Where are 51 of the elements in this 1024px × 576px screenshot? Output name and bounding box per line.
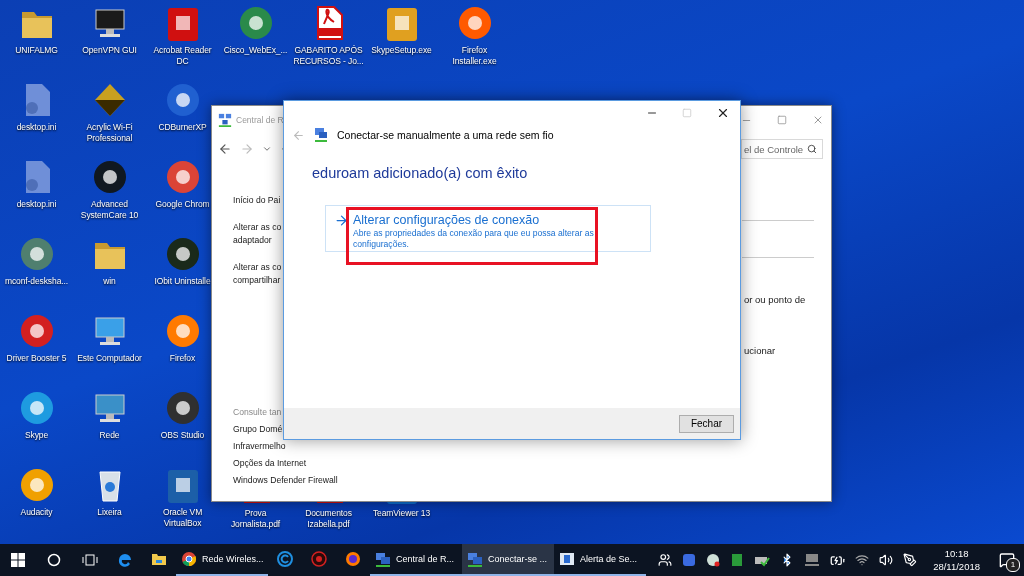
option-link[interactable]: Alterar configurações de conexão Abre as propriedades da conexão para que eu possa alterar as configurações. [325, 205, 651, 252]
desktop-icon-label[interactable]: Prova Jornalista.pdf [220, 508, 291, 530]
desktop-icon-label[interactable]: GABARITO APÓS RECURSOS - Jo... [293, 45, 364, 67]
desktop-icon-label[interactable]: Acrobat Reader DC [147, 45, 218, 67]
desktop-icon-label[interactable]: Acrylic Wi-Fi Professional [74, 122, 145, 144]
nav-link[interactable]: Grupo Domé [233, 423, 283, 436]
dialog-title: Conectar-se manualmente a uma rede sem fio [337, 129, 554, 141]
desktop-icon-label[interactable]: Cisco_WebEx_... [223, 45, 288, 56]
desktop-icon-label[interactable]: desktop.ini [16, 122, 57, 133]
taskbar-button[interactable]: Conectar-se ... [462, 544, 554, 576]
desktop-icon-label[interactable]: OpenVPN GUI [82, 45, 137, 56]
desktop-icon-label[interactable]: TeamViewer 13 [372, 508, 431, 519]
desktop-icon-label[interactable]: Google Chrom [155, 199, 210, 210]
desktop-icon-label[interactable]: Skype [24, 430, 49, 441]
nav-link[interactable]: Alterar as co compartilhar [233, 261, 282, 287]
nav-link[interactable]: Infravermelho [233, 440, 286, 453]
taskbar-button[interactable]: Rede Wireles... [176, 544, 268, 576]
desktop-icon-label[interactable]: SkypeSetup.exe [371, 45, 432, 56]
clock[interactable]: 10:18 28/11/2018 [933, 547, 980, 573]
desktop-icon-label[interactable]: Oracle VM VirtualBox [147, 507, 218, 529]
desktop-icon-label[interactable]: Firefox [169, 353, 196, 364]
desktop-icon-label[interactable]: Advanced SystemCare 10 [74, 199, 145, 221]
notification-count: 1 [1006, 558, 1020, 572]
desktop-icon-label[interactable]: Firefox Installer.exe [439, 45, 510, 67]
desktop-icon-label[interactable]: Documentos Izabella.pdf [293, 508, 364, 530]
desktop-icon-label[interactable]: UNIFALMG [15, 45, 58, 56]
close-button[interactable]: Fechar [679, 414, 734, 433]
nav-link[interactable]: Opções da Internet [233, 457, 307, 470]
link-text[interactable]: ucionar [742, 345, 831, 356]
option-description: Abre as propriedades da conexão para que eu possa alterar as configurações. [353, 228, 595, 250]
desktop-icon-label[interactable]: Audacity [20, 507, 53, 518]
option-title[interactable]: Alterar configurações de conexão [353, 213, 599, 227]
success-heading: eduroam adicionado(a) com êxito [312, 165, 529, 181]
nav-link[interactable]: Início do Pai [233, 194, 281, 207]
search-field[interactable]: el de Controle [741, 139, 823, 159]
section-heading: Consulte tan [233, 406, 282, 419]
taskbar-button[interactable]: Alerta de Se... [554, 544, 646, 576]
desktop-icon-label[interactable]: win [103, 276, 116, 287]
link-text[interactable]: or ou ponto de [742, 294, 831, 305]
window-title: Central de R [236, 115, 285, 125]
desktop-icon-label[interactable]: Driver Booster 5 [6, 353, 67, 364]
desktop-icon-label[interactable]: Lixeira [97, 507, 122, 518]
nav-link[interactable]: Alterar as co adaptador [233, 221, 282, 247]
desktop-icon-label[interactable]: Rede [99, 430, 120, 441]
desktop-icon-label[interactable]: OBS Studio [160, 430, 205, 441]
desktop-icon-label[interactable]: IObit Uninstalle [154, 276, 211, 287]
desktop-icon-label[interactable]: Este Computador [77, 353, 142, 364]
nav-link[interactable]: Windows Defender Firewall [233, 474, 338, 487]
desktop-icon-label[interactable]: CDBurnerXP [158, 122, 207, 133]
desktop-icon-label[interactable]: desktop.ini [16, 199, 57, 210]
desktop-icon-label[interactable]: mconf-desksha... [4, 276, 69, 287]
